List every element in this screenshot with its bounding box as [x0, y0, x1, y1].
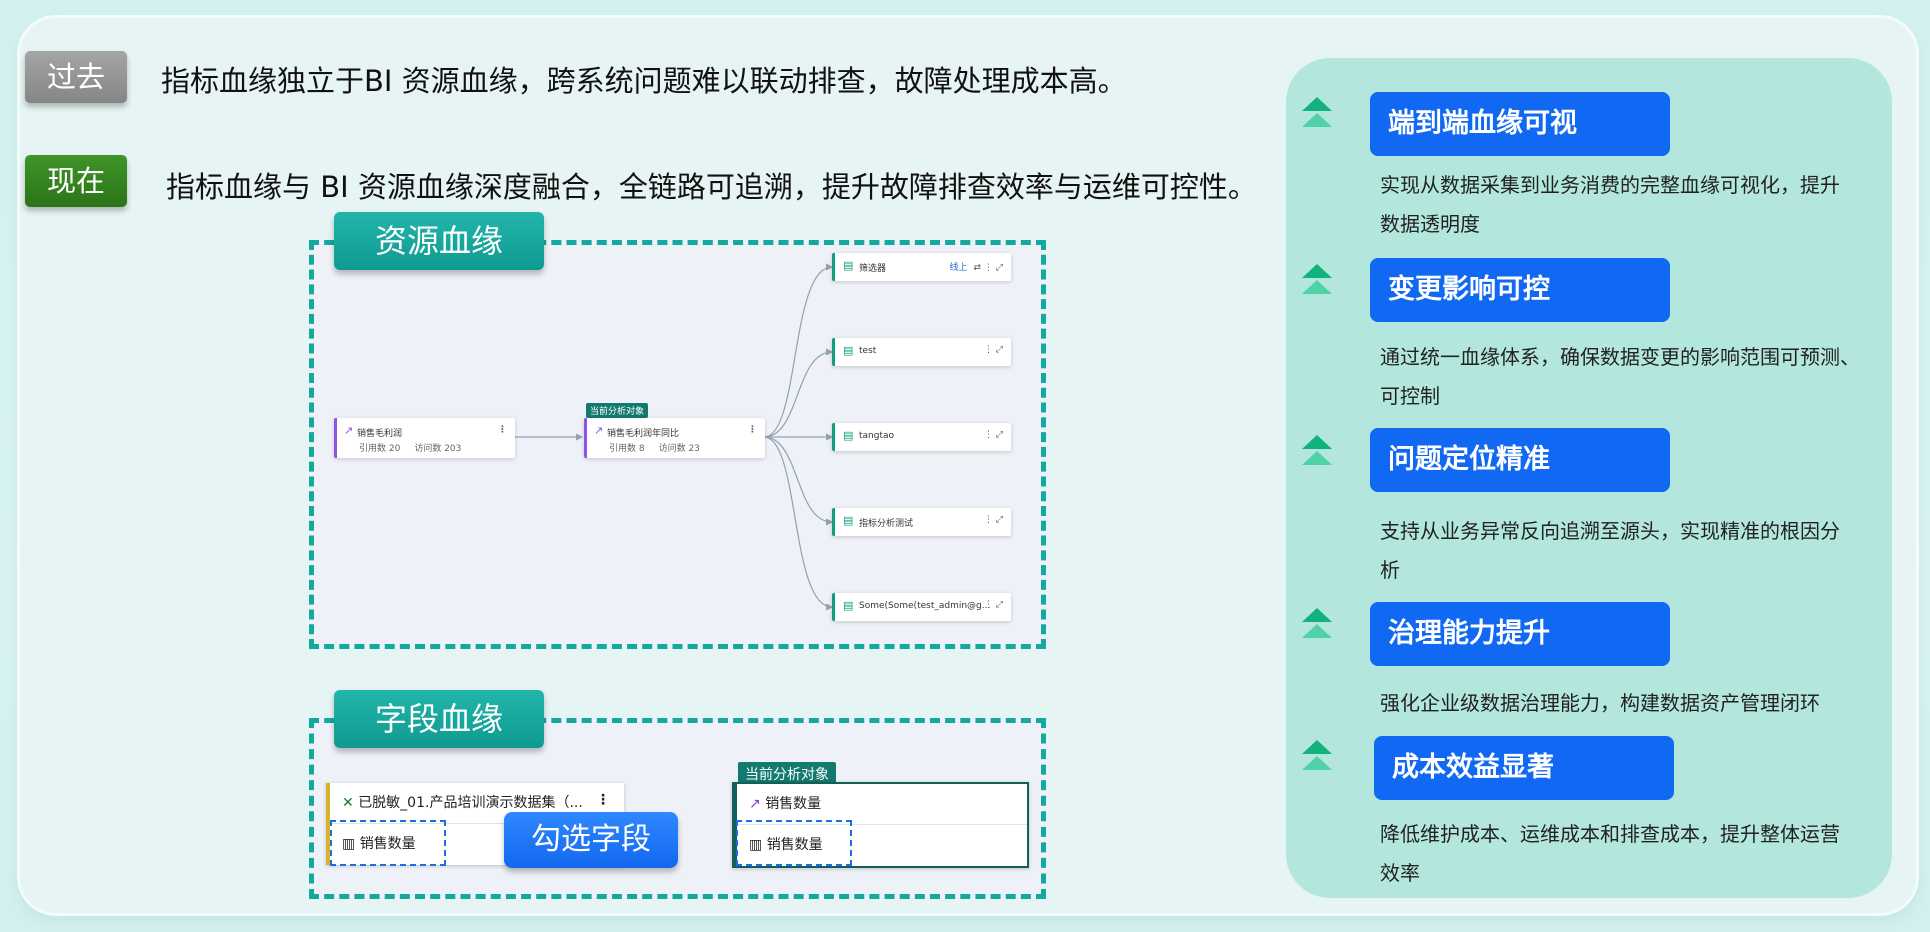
select-field-button[interactable]: 勾选字段: [504, 812, 678, 868]
benefit-desc: 支持从业务异常反向追溯至源头，实现精准的根因分析: [1380, 519, 1840, 582]
benefit-desc: 降低维护成本、运维成本和排查成本，提升整体运营 效率: [1380, 822, 1840, 885]
line-chart-icon: ↗: [749, 796, 761, 812]
node-actions[interactable]: ⋮ ⤢: [984, 600, 1003, 610]
node-name: Some(Some(test_admin@g...: [859, 601, 991, 611]
field-lineage-title: 字段血缘: [334, 690, 544, 748]
lineage-target-node[interactable]: ▤ 指标分析测试 ⋮ ⤢: [832, 508, 1011, 536]
up-chevron-icon: [1302, 608, 1332, 638]
node-stats: 引用数 8 访问数 23: [609, 444, 700, 454]
node-name: 指标分析测试: [859, 519, 914, 529]
edge-5: [763, 436, 834, 611]
edge-4: [763, 436, 834, 526]
up-chevron-icon: [1302, 740, 1332, 770]
lineage-target-node[interactable]: ▤ tangtao ⋮ ⤢: [832, 423, 1011, 451]
dataset-title: ✕ 已脱敏_01.产品培训演示数据集（...: [342, 795, 583, 811]
edge-2: [763, 348, 834, 438]
up-chevron-icon: [1302, 435, 1332, 465]
current-object-tag: 当前分析对象: [586, 403, 649, 418]
benefit-title-change-impact: 变更影响可控: [1370, 258, 1670, 322]
benefit-desc: 通过统一血缘体系，确保数据变更的影响范围可预测、 可控制: [1380, 345, 1860, 408]
more-icon[interactable]: ⋮: [748, 425, 757, 435]
node-name: tangtao: [859, 431, 895, 441]
node-name: 筛选器: [859, 264, 887, 274]
node-actions[interactable]: ⋮ ⤢: [984, 515, 1003, 525]
benefit-desc: 强化企业级数据治理能力，构建数据资产管理闭环: [1380, 691, 1820, 715]
lineage-target-node[interactable]: ▤ 筛选器 线上 ⇄ ⋮ ⤢: [832, 253, 1011, 281]
more-icon[interactable]: ⋮: [498, 425, 507, 435]
document-icon: ▤: [843, 259, 854, 272]
document-icon: ▤: [843, 344, 854, 357]
node-actions[interactable]: ⋮ ⤢: [984, 345, 1003, 355]
node-actions[interactable]: 线上 ⇄ ⋮ ⤢: [950, 260, 1003, 273]
lineage-target-node[interactable]: ▤ test ⋮ ⤢: [832, 338, 1011, 366]
lineage-target-node[interactable]: ▤ Some(Some(test_admin@g... ⋮ ⤢: [832, 593, 1011, 621]
benefit-title-lineage-visibility: 端到端血缘可视: [1370, 92, 1670, 156]
metric-icon: ↗: [344, 424, 354, 437]
document-icon: ▤: [843, 514, 854, 527]
edge-1: [763, 263, 834, 438]
up-chevron-icon: [1302, 97, 1332, 127]
node-name: test: [859, 346, 877, 356]
benefit-title-issue-location: 问题定位精准: [1370, 428, 1670, 492]
lineage-node-source[interactable]: ↗ 销售毛利润 引用数 20 访问数 203 ⋮: [334, 418, 515, 458]
metric-title: ↗ 销售数量: [749, 796, 822, 812]
more-icon[interactable]: ⋮: [596, 792, 610, 808]
node-actions[interactable]: ⋮ ⤢: [984, 430, 1003, 440]
up-chevron-icon: [1302, 264, 1332, 294]
benefit-title-governance: 治理能力提升: [1370, 602, 1670, 666]
document-icon: ▤: [843, 599, 854, 612]
field-selection-highlight: [736, 820, 852, 866]
benefit-desc: 实现从数据采集到业务消费的完整血缘可视化，提升 数据透明度: [1380, 173, 1840, 236]
document-icon: ▤: [843, 429, 854, 442]
node-stats: 引用数 20 访问数 203: [359, 444, 462, 454]
node-name: 销售毛利润年同比: [607, 429, 680, 439]
field-selection-highlight: [330, 820, 446, 866]
lineage-node-current[interactable]: ↗ 销售毛利润年同比 引用数 8 访问数 23 ⋮: [584, 418, 765, 458]
metric-icon: ↗: [594, 424, 604, 437]
node-name: 销售毛利润: [357, 429, 403, 439]
excel-icon: ✕: [342, 795, 354, 811]
benefit-title-cost-efficiency: 成本效益显著: [1374, 736, 1674, 800]
